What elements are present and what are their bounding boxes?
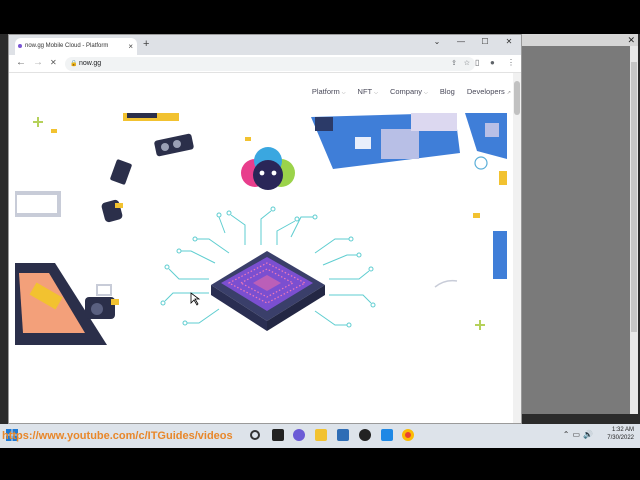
forward-button[interactable]: → <box>33 57 43 68</box>
site-nav: Platform ⌵ NFT ⌵ Company ⌵ Blog Developers ↗ <box>312 87 511 96</box>
tab-nowgg[interactable]: now.gg Mobile Cloud - Platform × <box>15 38 137 55</box>
maximize-button[interactable]: ☐ <box>473 35 497 55</box>
stop-loading-button[interactable]: ✕ <box>50 58 57 67</box>
minimize-button[interactable]: — <box>449 35 473 55</box>
file-explorer-icon[interactable] <box>315 429 327 441</box>
background-window[interactable]: ✕ <box>520 34 638 414</box>
favicon-icon <box>18 44 22 48</box>
nav-item-blog[interactable]: Blog <box>440 87 455 96</box>
close-icon[interactable]: ✕ <box>627 34 635 46</box>
circuit-board-decoration <box>311 113 507 330</box>
nav-item-nft[interactable]: NFT ⌵ <box>358 87 378 96</box>
hero-illustration <box>15 113 507 345</box>
url-text: now.gg <box>79 60 102 67</box>
nav-item-company[interactable]: Company ⌵ <box>390 87 428 96</box>
bookmark-star-icon[interactable]: ☆ <box>464 57 470 71</box>
tab-search-icon[interactable]: ⌄ <box>425 35 449 55</box>
window-controls: ⌄ — ☐ ✕ <box>425 35 521 55</box>
media-app-icon[interactable] <box>359 429 371 441</box>
nav-item-platform[interactable]: Platform ⌵ <box>312 87 346 96</box>
external-link-icon: ↗ <box>506 90 511 96</box>
side-panel-icon[interactable]: ▯ <box>475 58 479 67</box>
chrome-icon[interactable] <box>402 429 414 441</box>
back-button[interactable]: ← <box>16 57 26 68</box>
lock-icon[interactable]: 🔒 <box>70 57 77 71</box>
task-view-icon[interactable] <box>272 429 284 441</box>
background-window-titlebar[interactable]: ✕ <box>521 34 638 46</box>
system-tray-icons[interactable]: ⌃▭🔊 <box>563 430 596 439</box>
search-icon[interactable] <box>250 430 260 440</box>
chevron-down-icon: ⌵ <box>374 90 378 96</box>
profile-icon[interactable]: ● <box>490 58 495 67</box>
chat-app-icon[interactable] <box>293 429 305 441</box>
share-icon[interactable]: ⇪ <box>451 57 457 71</box>
menu-kebab-icon[interactable]: ⋮ <box>507 58 515 67</box>
background-window-scrollbar[interactable] <box>630 46 638 414</box>
taskbar: https://www.youtube.com/c/ITGuides/video… <box>0 424 640 448</box>
tab-title: now.gg Mobile Cloud - Platform <box>25 43 109 49</box>
browser-window: now.gg Mobile Cloud - Platform × + ⌄ — ☐… <box>8 34 522 424</box>
new-tab-button[interactable]: + <box>143 38 149 50</box>
chevron-down-icon: ⌵ <box>424 90 428 96</box>
channel-url-overlay: https://www.youtube.com/c/ITGuides/video… <box>2 430 233 442</box>
editor-app-icon[interactable] <box>381 429 393 441</box>
screen: ✕ now.gg Mobile Cloud - Platform × + ⌄ —… <box>0 0 640 480</box>
letterbox-bottom <box>0 448 640 480</box>
scrollbar-thumb[interactable] <box>631 62 637 332</box>
processor-chip-graphic <box>211 251 325 331</box>
close-button[interactable]: ✕ <box>497 35 521 55</box>
tab-close-icon[interactable]: × <box>128 38 133 55</box>
nowgg-logo <box>241 147 295 190</box>
phone-internals-decoration <box>15 263 119 345</box>
clock[interactable]: 1:32 AM 7/30/2022 <box>607 426 634 442</box>
store-app-icon[interactable] <box>337 429 349 441</box>
page-viewport: Platform ⌵ NFT ⌵ Company ⌵ Blog Developers ↗ <box>9 73 515 423</box>
chevron-down-icon: ⌵ <box>341 90 346 96</box>
tab-strip: now.gg Mobile Cloud - Platform × + ⌄ — ☐… <box>9 35 521 55</box>
address-bar[interactable]: 🔒 now.gg ⇪ ☆ <box>65 57 475 71</box>
page-scrollbar-thumb[interactable] <box>514 81 520 115</box>
browser-toolbar: ← → ✕ 🔒 now.gg ⇪ ☆ ▯ ● ⋮ <box>9 55 521 73</box>
phone-part-decoration <box>15 113 251 223</box>
page-scrollbar[interactable] <box>513 73 521 423</box>
nav-item-developers[interactable]: Developers ↗ <box>467 87 511 96</box>
mouse-cursor-icon <box>190 292 201 306</box>
